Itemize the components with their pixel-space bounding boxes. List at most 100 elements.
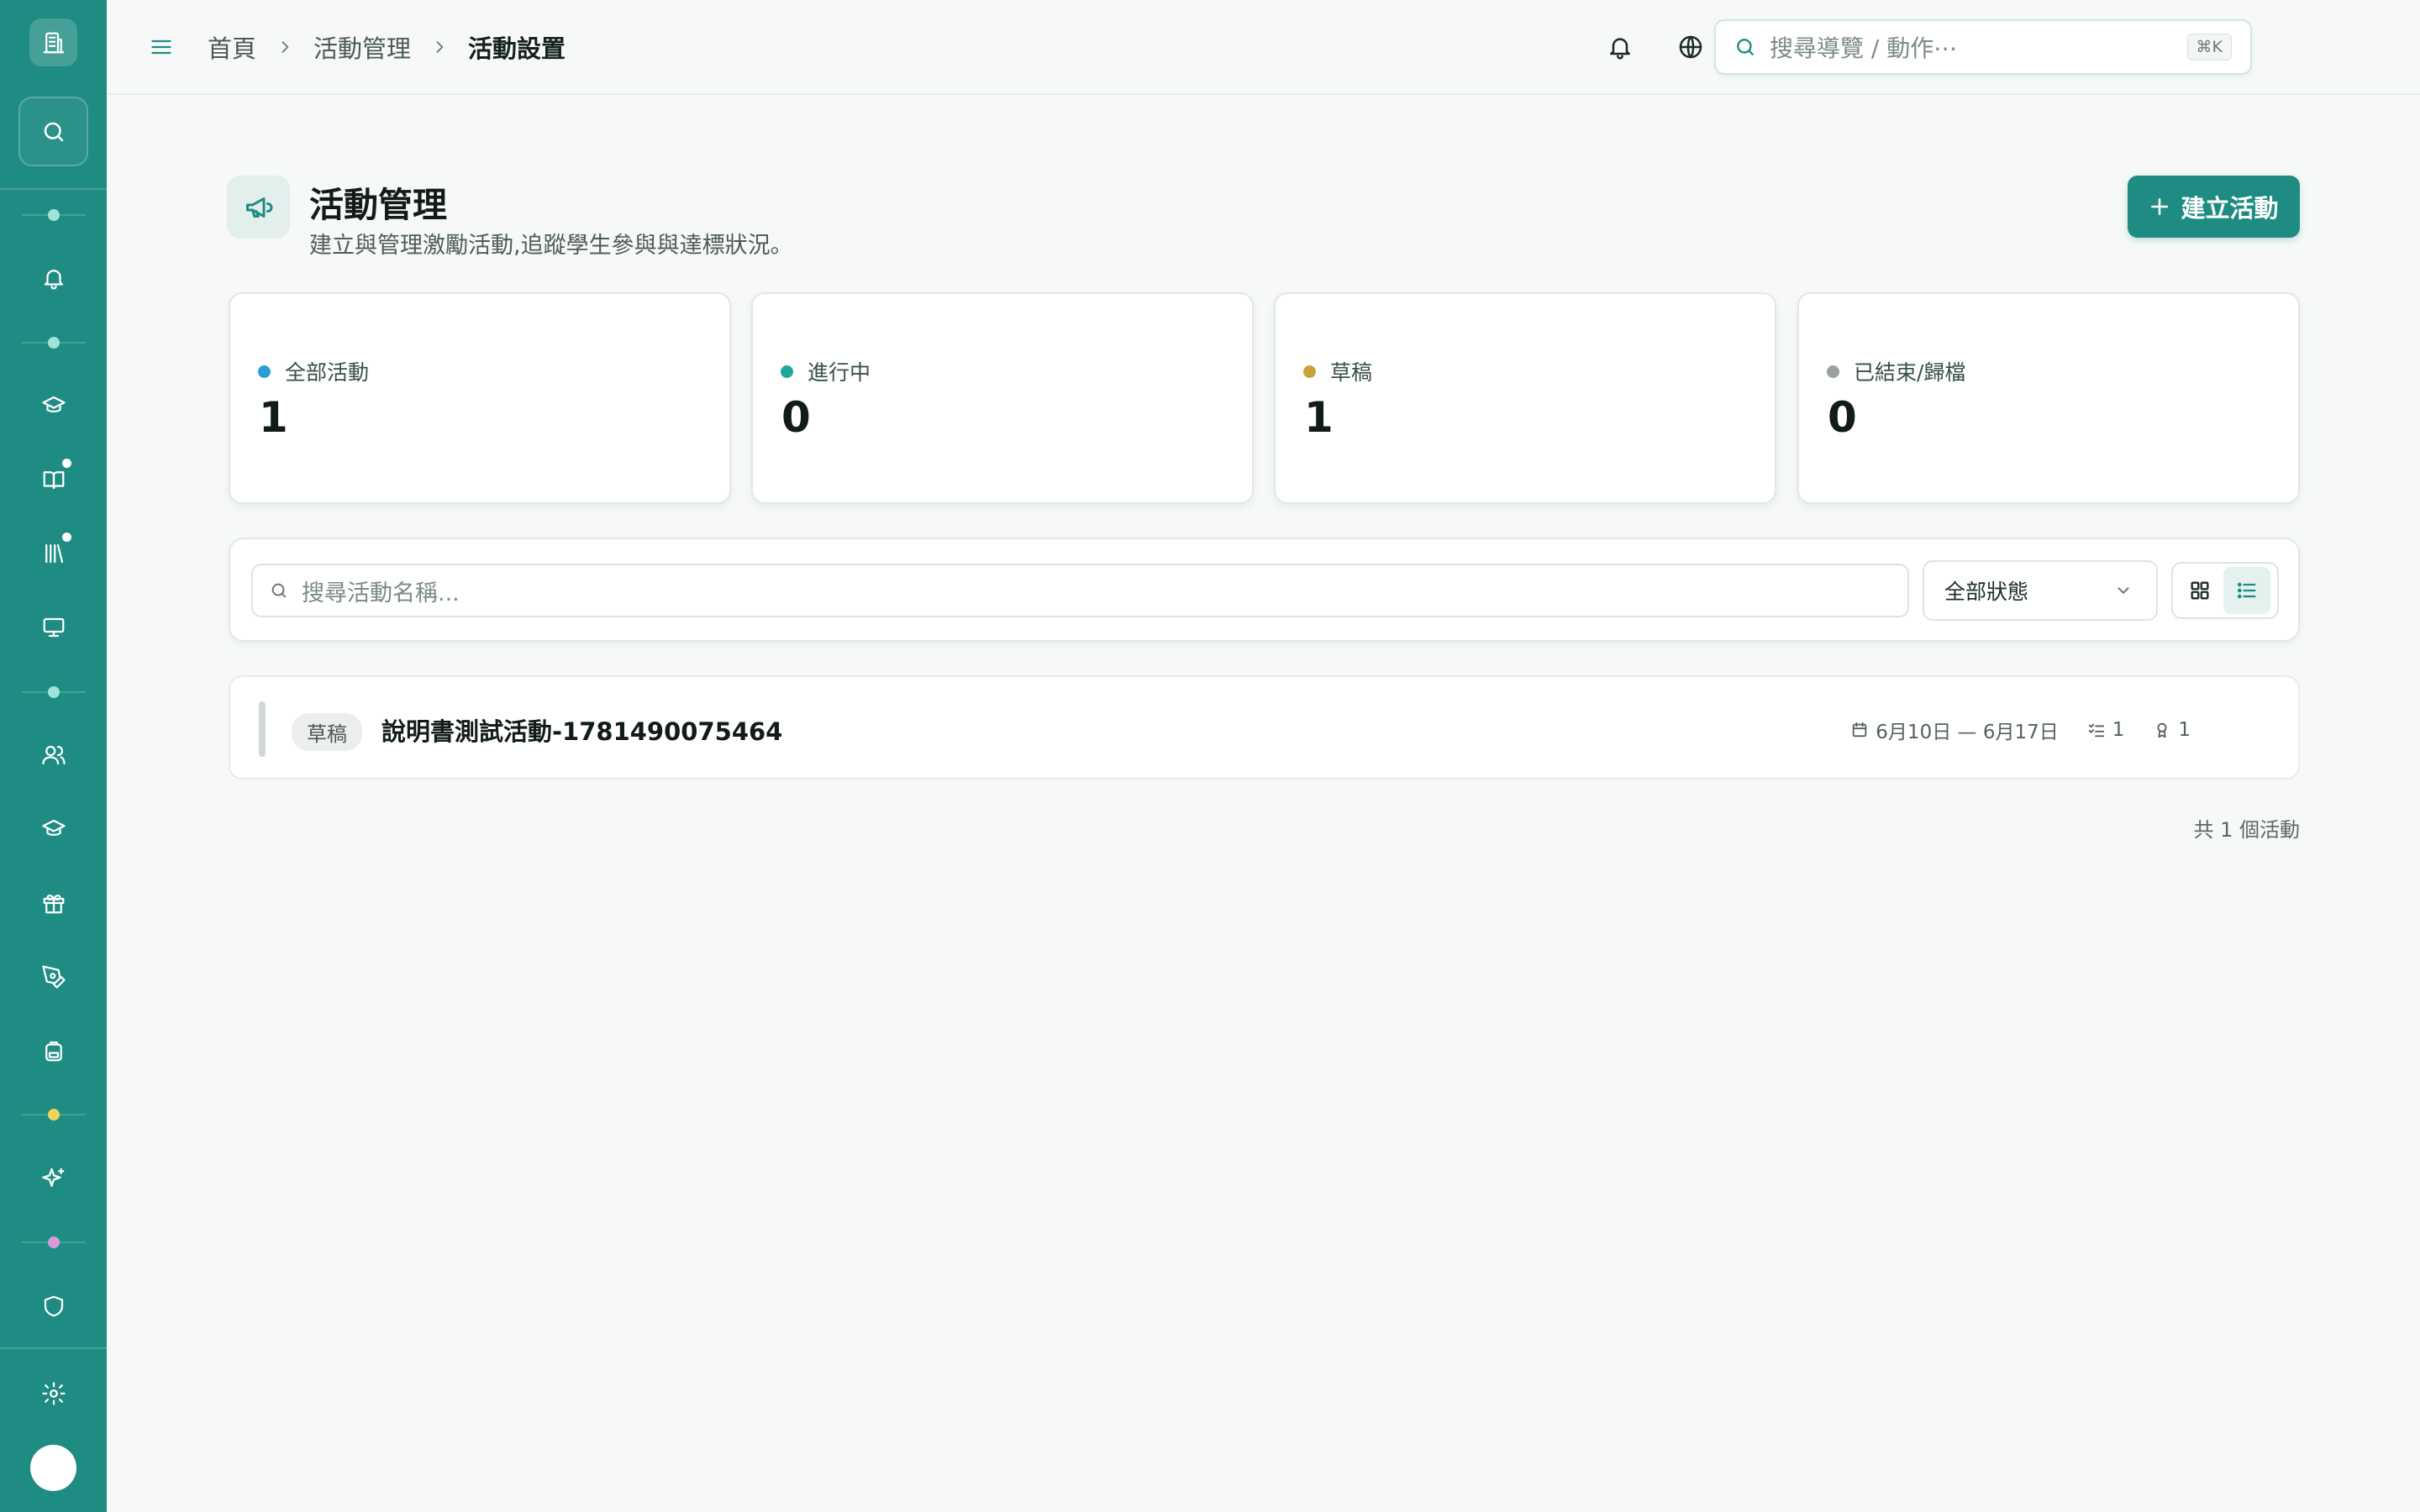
activity-row[interactable]: 草稿 說明書測試活動-1781490075464 6月10日 — 6月17日 1… xyxy=(229,675,2300,780)
sidebar-item-security[interactable] xyxy=(28,1280,80,1332)
chevron-right-icon xyxy=(431,39,448,55)
grid-icon xyxy=(2191,581,2209,600)
building-icon xyxy=(43,32,64,53)
sidebar-item-students[interactable] xyxy=(28,803,80,855)
sidebar-item-users[interactable] xyxy=(28,729,80,781)
page-icon xyxy=(227,176,290,239)
bell-icon xyxy=(44,270,64,290)
stat-value: 0 xyxy=(781,393,811,442)
stat-label: 草稿 xyxy=(1330,360,1373,385)
sidebar-item-rewards[interactable] xyxy=(28,877,80,929)
menu-toggle-button[interactable] xyxy=(145,30,178,64)
reward-count-text: 1 xyxy=(2178,719,2191,741)
activity-date-range: 6月10日 — 6月17日 xyxy=(1850,716,2059,744)
status-dot xyxy=(781,365,793,378)
calendar-icon xyxy=(1853,722,1867,738)
stat-card-active: 進行中 0 xyxy=(751,292,1254,504)
search-icon xyxy=(1737,39,1754,55)
plus-icon xyxy=(2151,198,2169,215)
chevron-down-icon xyxy=(2118,587,2129,594)
sidebar xyxy=(0,0,107,1512)
shield-icon xyxy=(44,1295,64,1317)
sparkles-icon xyxy=(42,1168,65,1187)
group-dot xyxy=(48,1109,60,1121)
library-icon xyxy=(45,543,64,564)
breadcrumb-activity-management[interactable]: 活動管理 xyxy=(313,29,411,65)
create-activity-button[interactable]: 建立活動 xyxy=(2128,176,2300,238)
megaphone-icon xyxy=(245,197,272,218)
sidebar-item-monitor[interactable] xyxy=(28,601,80,654)
settings-icon xyxy=(42,1382,66,1405)
search-icon xyxy=(271,583,287,598)
group-dot xyxy=(48,209,60,221)
list-checks-icon xyxy=(2088,723,2104,738)
gift-icon xyxy=(43,894,65,914)
sidebar-item-ai[interactable] xyxy=(28,1152,80,1205)
page-subtitle: 建立與管理激勵活動,追蹤學生參與與達標狀況。 xyxy=(309,233,793,259)
shortcut-hint: ⌘K xyxy=(2186,34,2232,60)
stat-value: 1 xyxy=(259,393,288,442)
breadcrumb-current: 活動設置 xyxy=(468,34,566,63)
status-filter-value: 全部狀態 xyxy=(1944,580,2029,604)
sidebar-item-books[interactable] xyxy=(28,454,80,506)
sidebar-item-library[interactable] xyxy=(28,528,80,580)
stat-label: 全部活動 xyxy=(285,360,370,385)
breadcrumb-home[interactable]: 首頁 xyxy=(208,29,256,65)
globe-icon xyxy=(1679,35,1702,59)
user-avatar[interactable] xyxy=(30,1445,76,1491)
award-icon xyxy=(2157,722,2167,738)
group-dot xyxy=(48,337,60,349)
date-range-text: 6月10日 — 6月17日 xyxy=(1876,722,2059,743)
graduation-cap-icon xyxy=(42,819,66,836)
monitor-icon xyxy=(43,617,65,638)
global-search-input[interactable]: 搜尋導覽 / 動作⋯ ⌘K xyxy=(1714,19,2252,75)
breadcrumb: 首頁 活動管理 活動設置 xyxy=(208,29,566,66)
list-icon xyxy=(2237,582,2256,599)
pen-tool-icon xyxy=(42,965,66,989)
sidebar-group-divider xyxy=(22,1109,86,1121)
notification-badge xyxy=(62,459,71,468)
global-search-placeholder: 搜尋導覽 / 動作⋯ xyxy=(1770,34,1958,62)
sidebar-item-backpack[interactable] xyxy=(28,1025,80,1077)
sidebar-separator xyxy=(0,188,107,190)
notifications-button[interactable] xyxy=(1602,29,1639,66)
activity-task-count: 1 xyxy=(2087,719,2124,741)
stat-value: 1 xyxy=(1304,393,1334,442)
grid-view-button[interactable] xyxy=(2176,567,2223,614)
sidebar-group-divider xyxy=(22,686,86,698)
sidebar-item-courses[interactable] xyxy=(28,380,80,432)
sidebar-search-button[interactable] xyxy=(18,97,88,166)
search-icon xyxy=(44,122,63,141)
activity-name[interactable]: 說明書測試活動-1781490075464 xyxy=(381,712,782,748)
filter-bar: 搜尋活動名稱... 全部狀態 xyxy=(229,538,2300,642)
sidebar-group-divider xyxy=(22,1236,86,1248)
app-logo[interactable] xyxy=(29,18,77,66)
notification-badge xyxy=(62,533,71,542)
users-icon xyxy=(42,745,66,765)
topbar: 首頁 活動管理 活動設置 搜尋導覽 / 動作⋯ ⌘K xyxy=(107,0,2420,95)
sidebar-item-notifications[interactable] xyxy=(28,252,80,304)
list-view-button[interactable] xyxy=(2223,567,2270,614)
status-filter-select[interactable]: 全部狀態 xyxy=(1923,560,2158,621)
status-badge: 草稿 xyxy=(292,713,362,751)
status-dot xyxy=(1303,365,1316,378)
group-dot xyxy=(48,686,60,698)
stat-label: 進行中 xyxy=(808,360,871,385)
stat-label: 已結束/歸檔 xyxy=(1854,360,1966,385)
language-button[interactable] xyxy=(1672,29,1709,66)
sidebar-group-divider xyxy=(22,209,86,221)
sidebar-item-design[interactable] xyxy=(28,951,80,1003)
stat-card-draft: 草稿 1 xyxy=(1274,292,1776,504)
sidebar-separator xyxy=(0,1347,107,1349)
status-dot xyxy=(258,365,271,378)
stat-card-ended: 已結束/歸檔 0 xyxy=(1797,292,2300,504)
status-dot xyxy=(1827,365,1839,378)
menu-icon xyxy=(151,39,171,55)
page-title: 活動管理 xyxy=(309,185,447,225)
view-mode-toggle xyxy=(2171,562,2279,619)
group-dot xyxy=(48,1236,60,1248)
bell-icon xyxy=(1610,38,1630,60)
stat-value: 0 xyxy=(1828,393,1857,442)
sidebar-item-settings[interactable] xyxy=(28,1368,80,1420)
activity-search-input[interactable]: 搜尋活動名稱... xyxy=(251,564,1909,617)
